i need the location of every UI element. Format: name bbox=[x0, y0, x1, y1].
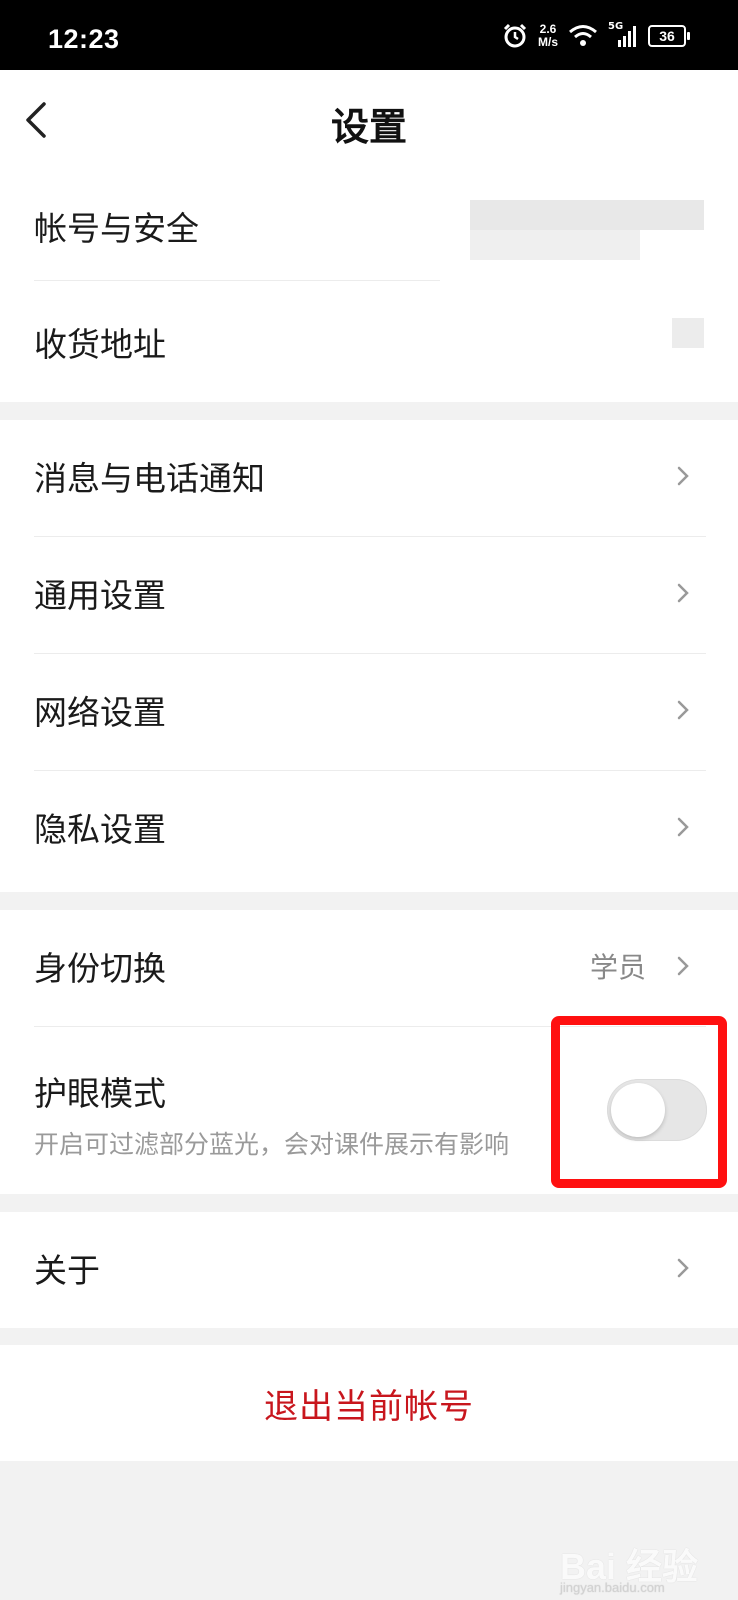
settings-item-label: 网络设置 bbox=[34, 693, 166, 732]
network-speed: 2.6 M/s bbox=[538, 23, 558, 49]
battery-icon: 36 bbox=[648, 25, 690, 47]
settings-item-label: 帐号与安全 bbox=[34, 209, 199, 248]
settings-item-account-security[interactable]: 帐号与安全 bbox=[34, 170, 706, 286]
settings-item-privacy[interactable]: 隐私设置 bbox=[34, 771, 706, 887]
general-group: 消息与电话通知 通用设置 网络设置 隐私设置 bbox=[0, 420, 738, 892]
settings-item-label: 关于 bbox=[34, 1251, 100, 1290]
account-group: 帐号与安全 收货地址 bbox=[0, 170, 738, 402]
page-title: 设置 bbox=[330, 105, 407, 149]
blurred-address-info bbox=[672, 318, 704, 348]
logout-button[interactable]: 退出当前帐号 bbox=[0, 1345, 738, 1461]
settings-item-notifications[interactable]: 消息与电话通知 bbox=[34, 420, 706, 537]
settings-item-network[interactable]: 网络设置 bbox=[34, 654, 706, 771]
settings-item-label: 收货地址 bbox=[34, 325, 166, 364]
divider bbox=[34, 280, 440, 281]
blurred-account-info-2 bbox=[470, 230, 640, 260]
status-time: 12:23 bbox=[48, 24, 120, 54]
chevron-right-icon bbox=[677, 817, 689, 837]
chevron-right-icon bbox=[677, 700, 689, 720]
eye-mode-toggle[interactable] bbox=[607, 1079, 707, 1141]
status-bar: 12:23 2.6 M/s 5G 36 bbox=[0, 0, 738, 70]
eye-mode-label: 护眼模式 bbox=[34, 1074, 166, 1113]
settings-item-label: 隐私设置 bbox=[34, 810, 166, 849]
watermark-sub: jingyan.baidu.com bbox=[559, 1580, 665, 1595]
eye-mode-description: 开启可过滤部分蓝光，会对课件展示有影响 bbox=[34, 1130, 510, 1159]
settings-item-shipping-address[interactable]: 收货地址 bbox=[34, 286, 706, 402]
identity-group: 身份切换 学员 护眼模式 开启可过滤部分蓝光，会对课件展示有影响 bbox=[0, 910, 738, 1194]
settings-item-label: 消息与电话通知 bbox=[34, 459, 265, 498]
settings-item-label: 通用设置 bbox=[34, 576, 166, 615]
toggle-knob bbox=[611, 1083, 665, 1137]
baidu-watermark: Bai 经验 jingyan.baidu.com bbox=[560, 1538, 698, 1595]
logout-label: 退出当前帐号 bbox=[264, 1387, 474, 1427]
settings-item-about[interactable]: 关于 bbox=[34, 1212, 706, 1328]
settings-item-eye-protection: 护眼模式 开启可过滤部分蓝光，会对课件展示有影响 bbox=[34, 1027, 707, 1193]
signal-icon: 5G bbox=[608, 21, 638, 49]
chevron-right-icon bbox=[677, 1258, 689, 1278]
settings-item-identity-switch[interactable]: 身份切换 学员 bbox=[34, 910, 706, 1027]
chevron-right-icon bbox=[677, 583, 689, 603]
settings-item-label: 身份切换 bbox=[34, 949, 166, 988]
status-icons: 2.6 M/s 5G 36 bbox=[502, 20, 690, 52]
settings-item-general[interactable]: 通用设置 bbox=[34, 537, 706, 654]
about-group: 关于 bbox=[0, 1212, 738, 1328]
chevron-right-icon bbox=[677, 956, 689, 976]
chevron-right-icon bbox=[677, 466, 689, 486]
identity-value: 学员 bbox=[589, 951, 646, 984]
blurred-account-info bbox=[470, 200, 704, 230]
header: 设置 bbox=[0, 70, 738, 170]
alarm-icon bbox=[503, 23, 527, 48]
wifi-icon bbox=[569, 25, 597, 46]
network-speed-unit: M/s bbox=[537, 35, 558, 49]
